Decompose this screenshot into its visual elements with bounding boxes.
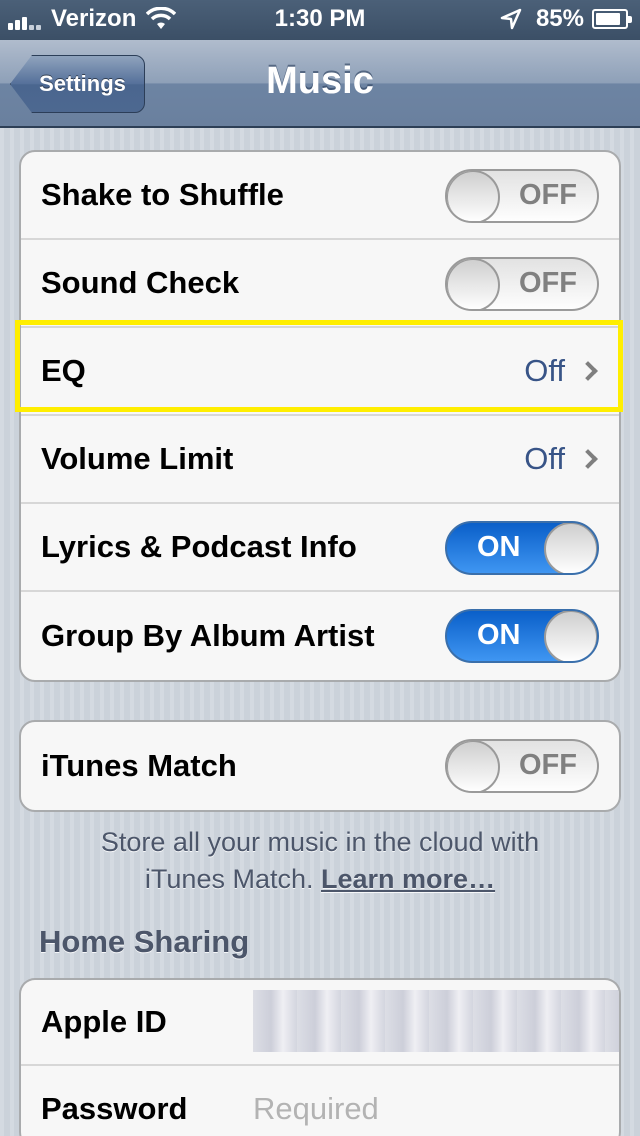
location-arrow-icon xyxy=(500,8,522,30)
row-label: Shake to Shuffle xyxy=(41,177,284,212)
row-eq[interactable]: EQ Off xyxy=(21,328,619,416)
switch-state: OFF xyxy=(519,267,577,299)
learn-more-link[interactable]: Learn more… xyxy=(321,864,495,894)
switch-knob xyxy=(544,611,597,661)
home-sharing-group: Apple ID Password Required xyxy=(19,978,621,1136)
lyrics-podcast-info-switch[interactable]: ON xyxy=(445,521,599,575)
row-volume-limit[interactable]: Volume Limit Off xyxy=(21,416,619,504)
row-label: Group By Album Artist xyxy=(41,618,375,653)
note-line-2: iTunes Match. Learn more… xyxy=(20,861,620,898)
note-line-1: Store all your music in the cloud with xyxy=(100,827,540,857)
row-group-by-album-artist: Group By Album Artist ON xyxy=(21,592,619,680)
status-right: 85% xyxy=(500,5,632,33)
battery-icon xyxy=(592,9,632,29)
row-label: Sound Check xyxy=(41,265,240,300)
sound-check-switch[interactable]: OFF xyxy=(445,257,599,311)
switch-state: ON xyxy=(477,619,521,651)
itunes-match-note: Store all your music in the cloud with i… xyxy=(20,824,620,898)
row-sound-check: Sound Check OFF xyxy=(21,240,619,328)
group-by-album-artist-switch[interactable]: ON xyxy=(445,609,599,663)
switch-knob xyxy=(447,259,500,309)
row-lyrics-podcast-info: Lyrics & Podcast Info ON xyxy=(21,504,619,592)
switch-knob xyxy=(447,741,500,791)
itunes-match-switch[interactable]: OFF xyxy=(445,739,599,793)
switch-state: ON xyxy=(477,531,521,563)
row-label: iTunes Match xyxy=(41,748,237,783)
password-field[interactable]: Required xyxy=(253,1091,379,1127)
battery-percent: 85% xyxy=(535,5,584,32)
switch-state: OFF xyxy=(519,179,577,211)
row-label: Volume Limit xyxy=(41,441,234,476)
navigation-bar: Settings Music xyxy=(0,40,640,128)
switch-state: OFF xyxy=(519,749,577,781)
row-shake-to-shuffle: Shake to Shuffle OFF xyxy=(21,152,619,240)
note-text: iTunes Match. xyxy=(144,864,314,894)
battery-fill xyxy=(596,13,620,25)
row-itunes-match: iTunes Match OFF xyxy=(21,722,619,810)
itunes-match-group: iTunes Match OFF xyxy=(19,720,621,812)
row-value: Off xyxy=(524,441,565,476)
row-value: Off xyxy=(524,353,565,388)
switch-knob xyxy=(544,523,597,573)
row-password[interactable]: Password Required xyxy=(21,1066,619,1136)
row-label: Apple ID xyxy=(41,1004,167,1039)
home-sharing-header: Home Sharing xyxy=(39,924,250,959)
row-label: Password xyxy=(41,1091,188,1126)
row-apple-id[interactable]: Apple ID xyxy=(21,980,619,1066)
chevron-right-icon xyxy=(578,361,598,381)
chevron-right-icon xyxy=(578,449,598,469)
shake-to-shuffle-switch[interactable]: OFF xyxy=(445,169,599,223)
apple-id-redacted-field[interactable] xyxy=(253,990,619,1052)
row-label: EQ xyxy=(41,353,86,388)
music-settings-group: Shake to Shuffle OFF Sound Check OFF EQ … xyxy=(19,150,621,682)
page-title: Music xyxy=(266,60,374,102)
switch-knob xyxy=(447,171,500,221)
row-label: Lyrics & Podcast Info xyxy=(41,529,357,564)
status-bar: Verizon 1:30 PM 85% xyxy=(0,0,640,40)
